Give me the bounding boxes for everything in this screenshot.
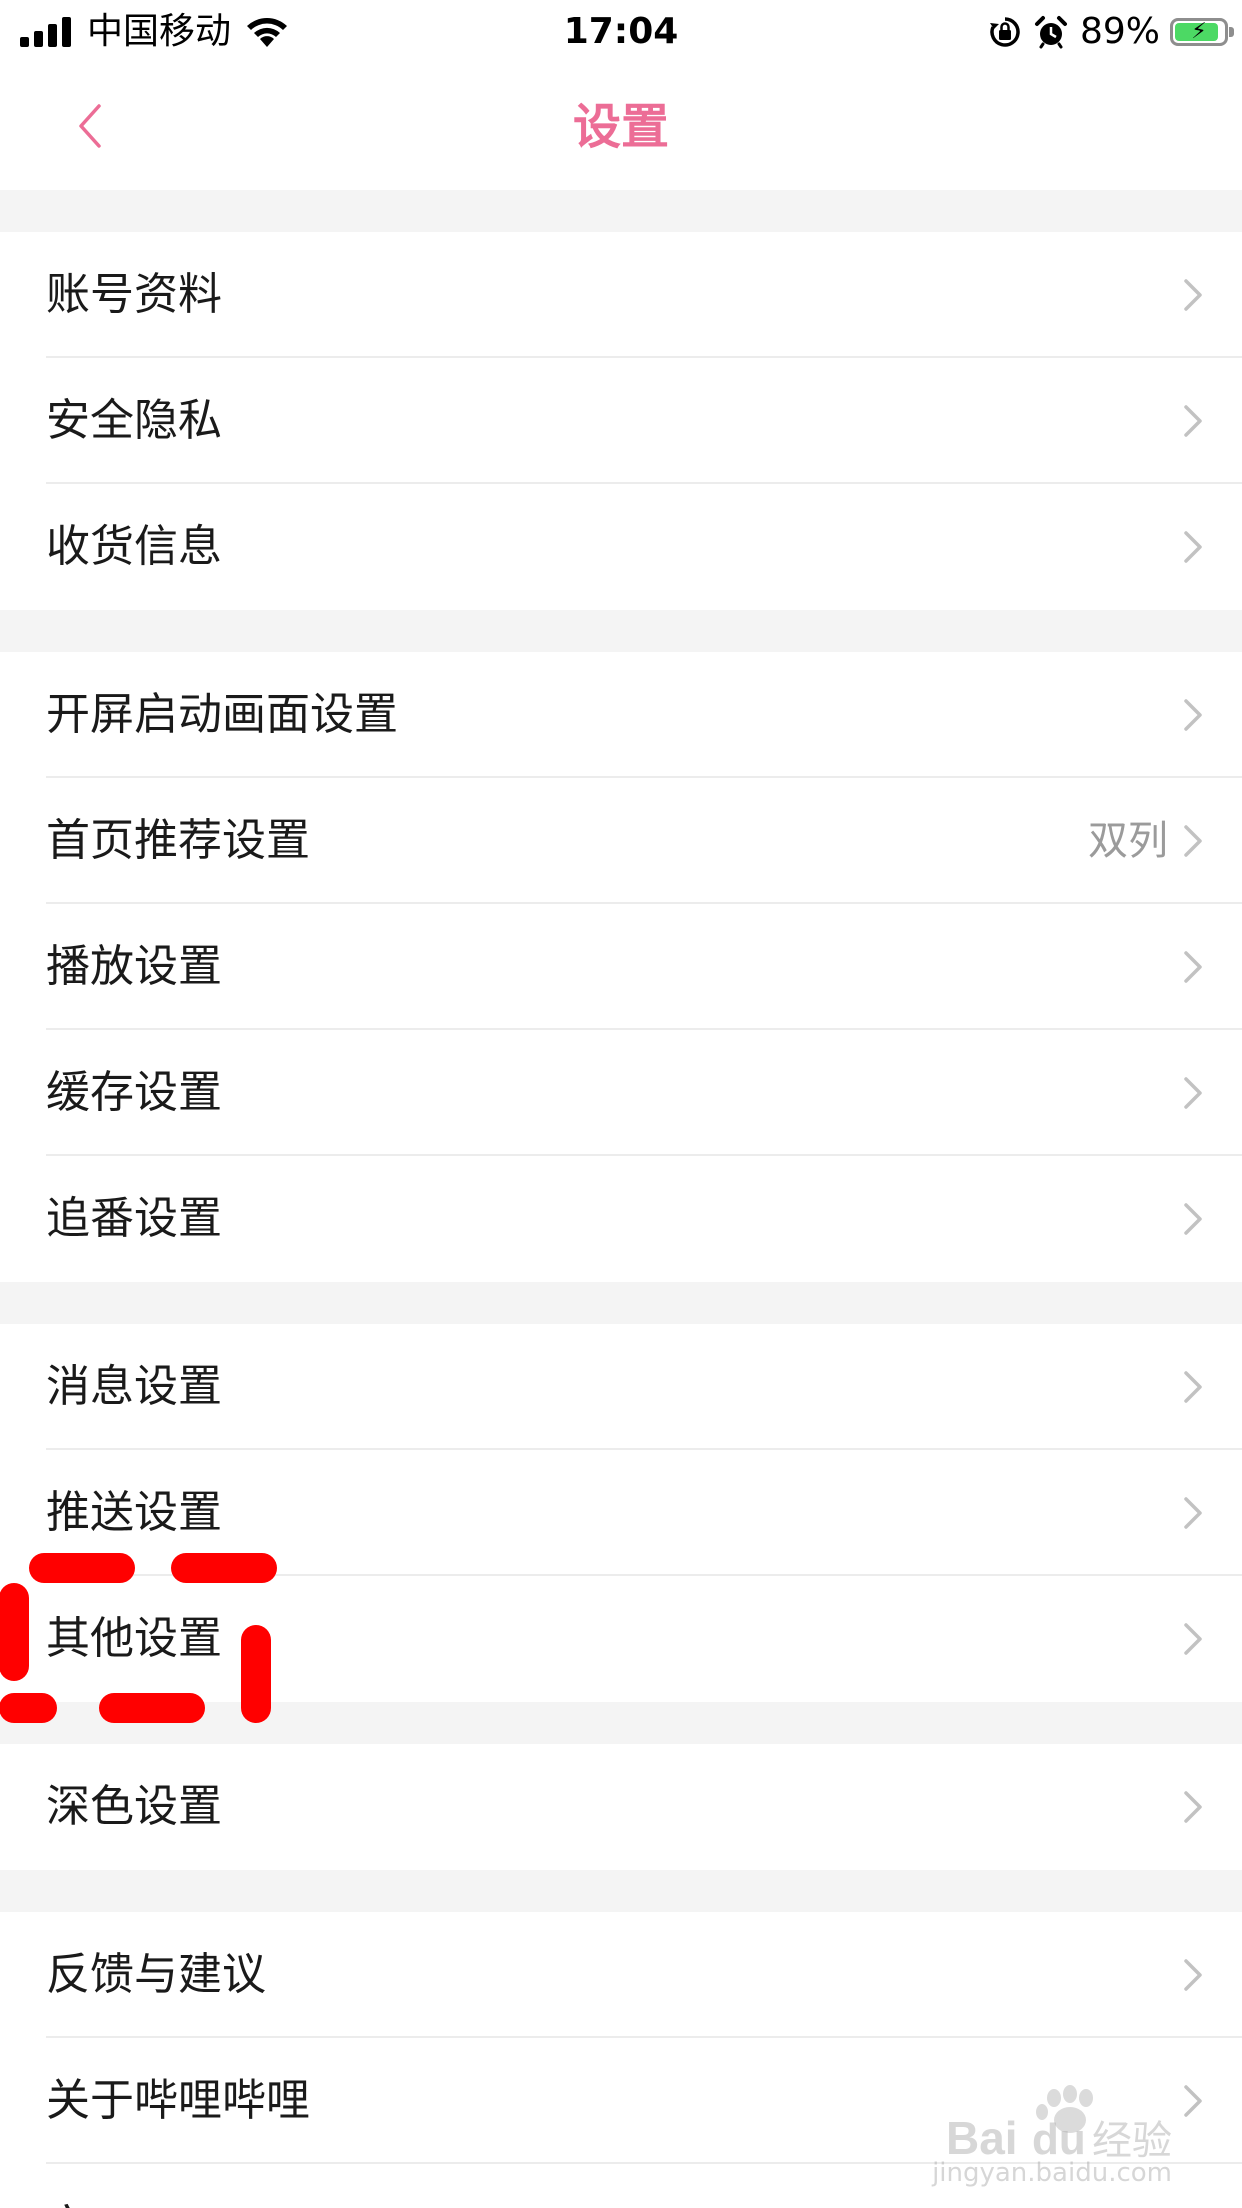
settings-row-label: 账号资料 xyxy=(46,269,222,320)
chevron-right-icon xyxy=(1184,951,1202,983)
settings-row[interactable]: 缓存设置 xyxy=(0,1030,1242,1156)
settings-list: 账号资料安全隐私收货信息开屏启动画面设置 首页推荐设置 双列播放设置缓存设置追番设置… xyxy=(0,190,1242,2208)
chevron-right-icon xyxy=(1184,2085,1202,2117)
page-title: 设置 xyxy=(572,99,669,155)
chevron-right-icon xyxy=(1184,1791,1202,1823)
settings-row-label: 收货信息 xyxy=(46,521,222,572)
settings-group: 消息设置推送设置其他设置 xyxy=(0,1324,1242,1702)
chevron-right-icon xyxy=(1184,825,1202,857)
chevron-right-icon xyxy=(1184,1077,1202,1109)
settings-row-label: 播放设置 xyxy=(46,941,222,992)
settings-row[interactable]: 收货信息 xyxy=(0,484,1242,610)
settings-row[interactable]: 关于哔哩哔哩 xyxy=(0,2038,1242,2164)
settings-row-label: 推送设置 xyxy=(46,1487,222,1538)
chevron-right-icon xyxy=(1184,405,1202,437)
chevron-right-icon xyxy=(1184,1623,1202,1655)
settings-row-label: 缓存设置 xyxy=(46,1067,222,1118)
settings-group: 深色设置 xyxy=(0,1744,1242,1870)
settings-row-label: 首页推荐设置 xyxy=(46,815,310,866)
settings-group: 开屏启动画面设置 首页推荐设置 双列播放设置缓存设置追番设置 xyxy=(0,652,1242,1282)
settings-row-value: 双列 xyxy=(1088,818,1168,864)
orientation-lock-icon xyxy=(989,17,1020,47)
settings-row[interactable]: 消息设置 xyxy=(0,1324,1242,1450)
alarm-icon xyxy=(1034,16,1067,49)
settings-row-label: 反馈与建议 xyxy=(46,1949,266,2000)
chevron-right-icon xyxy=(1184,1371,1202,1403)
chevron-right-icon xyxy=(1184,531,1202,563)
chevron-right-icon xyxy=(1184,699,1202,731)
watermark-url: jingyan.baidu.com xyxy=(932,2158,1172,2188)
status-right: 89% ⚡ xyxy=(988,6,1234,58)
settings-row[interactable]: 深色设置 xyxy=(0,1744,1242,1870)
settings-row[interactable]: 追番设置 xyxy=(0,1156,1242,1282)
section-gap xyxy=(0,1870,1242,1912)
settings-row[interactable]: 反馈与建议 xyxy=(0,1912,1242,2038)
status-bar: 中国移动 17:04 89% ⚡ xyxy=(0,0,1242,64)
battery-charging-icon: ⚡ xyxy=(1170,18,1234,46)
section-gap xyxy=(0,610,1242,652)
chevron-right-icon xyxy=(1184,1497,1202,1529)
settings-row-label: 深色设置 xyxy=(46,1781,222,1832)
section-gap xyxy=(0,190,1242,232)
settings-row-label: 追番设置 xyxy=(46,1193,222,1244)
settings-row[interactable]: 开屏启动画面设置 xyxy=(0,652,1242,778)
settings-row-label: 安 xyxy=(46,2164,90,2208)
settings-row[interactable]: 播放设置 xyxy=(0,904,1242,1030)
settings-row[interactable]: 首页推荐设置 双列 xyxy=(0,778,1242,904)
chevron-right-icon xyxy=(1184,279,1202,311)
settings-row-label: 开屏启动画面设置 xyxy=(46,689,398,740)
settings-row[interactable]: 其他设置 xyxy=(0,1576,1242,1702)
battery-percent: 89% xyxy=(1079,11,1160,52)
settings-row-label: 安全隐私 xyxy=(46,395,222,446)
section-gap xyxy=(0,1702,1242,1744)
settings-row-label: 其他设置 xyxy=(46,1613,222,1664)
settings-group: 账号资料安全隐私收货信息 xyxy=(0,232,1242,610)
nav-bar: 设置 xyxy=(0,64,1242,190)
settings-row[interactable]: 安全隐私 xyxy=(0,358,1242,484)
chevron-right-icon xyxy=(1184,1959,1202,1991)
settings-row-label: 消息设置 xyxy=(46,1361,222,1412)
settings-screen: 中国移动 17:04 89% ⚡ 设置 账号资料 安全隐私 收货信息 开屏启动画… xyxy=(0,0,1242,2208)
settings-row-label: 关于哔哩哔哩 xyxy=(46,2075,310,2126)
section-gap xyxy=(0,1282,1242,1324)
chevron-right-icon xyxy=(1184,1203,1202,1235)
settings-row[interactable]: 账号资料 xyxy=(0,232,1242,358)
settings-row[interactable]: 推送设置 xyxy=(0,1450,1242,1576)
